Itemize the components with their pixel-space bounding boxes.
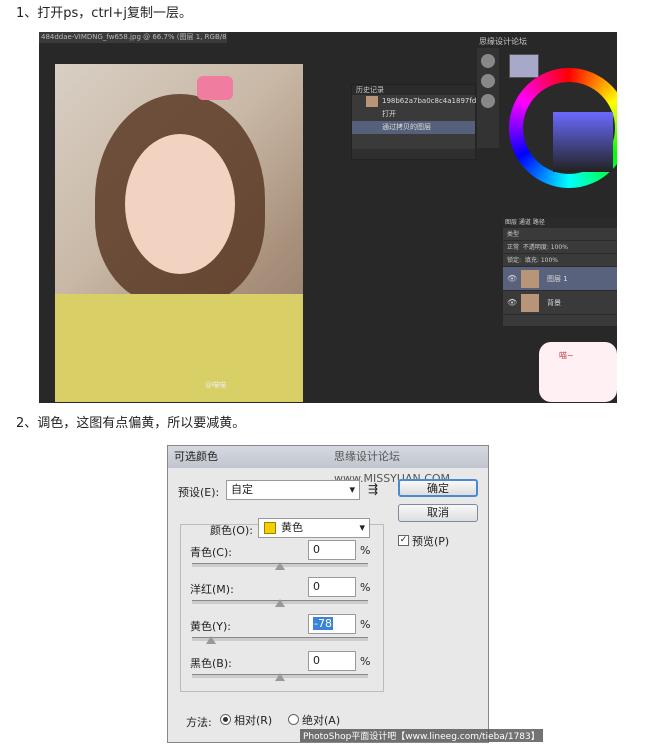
layer-kind[interactable]: 类型: [503, 228, 617, 241]
slider-value-input[interactable]: 0: [308, 577, 356, 597]
preset-select[interactable]: 自定 ▾: [226, 480, 360, 500]
colors-label: 颜色(O):: [210, 524, 253, 537]
layers-panel: 图层 通道 路径 类型 正常 不透明度: 100% 锁定: 填充: 100% 👁…: [503, 218, 617, 326]
tool-strip: [477, 48, 499, 148]
history-item-open[interactable]: 打开: [352, 108, 475, 121]
tool-icon[interactable]: [481, 94, 495, 108]
history-title: 历史记录: [352, 85, 475, 95]
blend-mode[interactable]: 正常 不透明度: 100%: [503, 241, 617, 254]
ok-button[interactable]: 确定: [398, 479, 478, 497]
absolute-label: 绝对(A): [302, 714, 341, 727]
eye-icon: 👁: [507, 274, 518, 283]
document-tab[interactable]: 484ddae-VIMDNG_fw658.jpg @ 66.7% (图层 1, …: [39, 32, 227, 43]
snapshot-thumb: [366, 96, 378, 107]
slider-knob[interactable]: [206, 636, 217, 644]
percent-label: %: [360, 544, 371, 557]
relative-radio[interactable]: [220, 714, 231, 725]
slider-value-input[interactable]: 0: [308, 540, 356, 560]
absolute-radio[interactable]: [288, 714, 299, 725]
yellow-swatch-icon: [264, 522, 276, 534]
step-1-text: 1、打开ps，ctrl+j复制一层。: [16, 6, 193, 21]
photo-shirt: [55, 294, 303, 402]
photo-bow: [197, 76, 233, 100]
chevron-down-icon: ▾: [359, 521, 365, 534]
slider-value-input[interactable]: -78: [308, 614, 356, 634]
layer-row-1[interactable]: 👁 图层 1: [503, 267, 617, 291]
chevron-down-icon: ▾: [349, 483, 355, 496]
footer-watermark: PhotoShop平面设计吧【www.lineeg.com/tieba/1783…: [300, 729, 543, 742]
photo-watermark: @喵喵: [205, 381, 226, 389]
method-label: 方法:: [186, 716, 212, 729]
percent-label: %: [360, 618, 371, 631]
color-wheel[interactable]: [509, 68, 617, 188]
preview-label: 预览(P): [412, 535, 450, 548]
step-2-text: 2、调色，这图有点偏黄，所以要减黄。: [16, 416, 246, 431]
slider-knob[interactable]: [275, 673, 285, 681]
relative-label: 相对(R): [234, 714, 273, 727]
layer-thumb: [521, 294, 539, 312]
slider-label: 黑色(B):: [190, 657, 232, 670]
slider-knob[interactable]: [275, 562, 285, 570]
photoshop-screenshot: 484ddae-VIMDNG_fw658.jpg @ 66.7% (图层 1, …: [39, 32, 617, 403]
foreground-color-swatch[interactable]: [509, 54, 539, 78]
layer-row-background[interactable]: 👁 背景: [503, 291, 617, 315]
history-snapshot[interactable]: 198b62a7ba0c8c4a1897fd...: [352, 95, 483, 108]
layers-tabs[interactable]: 图层 通道 路径: [503, 218, 617, 228]
tool-icon[interactable]: [481, 74, 495, 88]
layer-thumb: [521, 270, 539, 288]
slider-label: 黄色(Y):: [190, 620, 232, 633]
slider-track[interactable]: [192, 637, 368, 641]
watermark: 思缘设计论坛: [479, 37, 527, 46]
eye-icon: 👁: [507, 298, 518, 307]
history-panel: 历史记录 198b62a7ba0c8c4a1897fd... 打开 通过拷贝的图…: [351, 84, 483, 160]
percent-label: %: [360, 581, 371, 594]
percent-label: %: [360, 655, 371, 668]
color-square[interactable]: [553, 112, 613, 172]
canvas-photo: @喵喵: [55, 64, 303, 402]
tool-icon[interactable]: [481, 54, 495, 68]
sticker-text: 喵~: [559, 351, 574, 360]
photo-face: [125, 134, 235, 274]
preset-label: 预设(E):: [178, 486, 220, 499]
slider-label: 洋红(M):: [190, 583, 234, 596]
sticker-decoration: [539, 342, 617, 402]
selective-color-dialog: 可选颜色 思缘设计论坛 www.MISSYUAN.COM 预设(E): 自定 ▾ ⇶…: [167, 445, 489, 743]
preview-checkbox[interactable]: ✓: [398, 535, 409, 546]
slider-value-input[interactable]: 0: [308, 651, 356, 671]
slider-label: 青色(C):: [190, 546, 232, 559]
slider-knob[interactable]: [275, 599, 285, 607]
history-footer: [352, 149, 475, 159]
dialog-titlebar: 可选颜色 思缘设计论坛 www.MISSYUAN.COM: [168, 446, 488, 485]
lock-fill[interactable]: 锁定: 填充: 100%: [503, 254, 617, 267]
preset-options-icon[interactable]: ⇶: [368, 482, 378, 496]
history-item-copy-layer[interactable]: 通过拷贝的图层: [352, 121, 475, 134]
cancel-button[interactable]: 取消: [398, 504, 478, 522]
